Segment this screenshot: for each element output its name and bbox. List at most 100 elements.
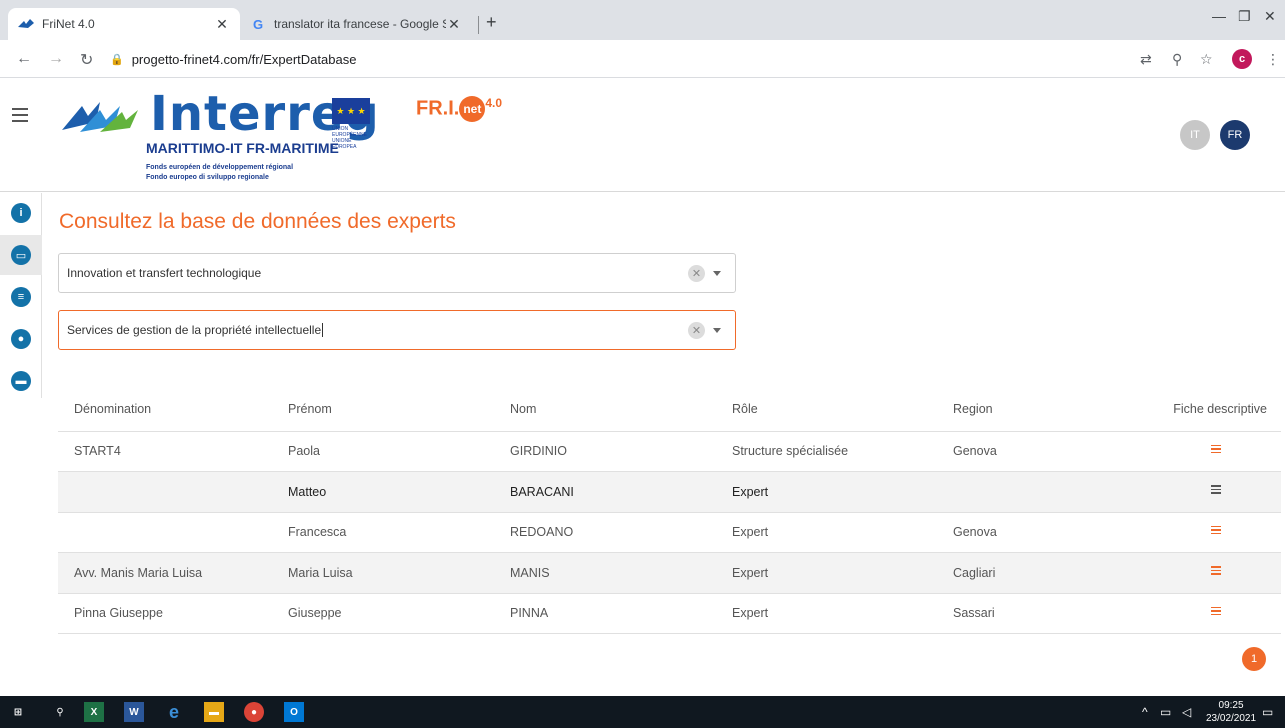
cell-fiche xyxy=(1117,593,1281,634)
sidebar-item-list[interactable]: ≡ xyxy=(0,277,42,317)
sidebar-item-info[interactable]: i xyxy=(0,193,42,233)
google-favicon-icon: G xyxy=(252,16,264,32)
lang-fr-button[interactable]: FR xyxy=(1220,120,1250,150)
tab-google-translate[interactable]: G translator ita francese - Google S ✕ xyxy=(240,8,472,40)
cell-denomination: Pinna Giuseppe xyxy=(58,593,272,634)
restore-icon[interactable]: ❐ xyxy=(1238,8,1251,25)
cell-prenom: Maria Luisa xyxy=(272,552,494,594)
cell-fiche xyxy=(1117,552,1281,594)
cell-region: Sassari xyxy=(937,593,1117,634)
taskbar-clock[interactable]: 09:25 23/02/2021 xyxy=(1206,699,1256,725)
network-icon[interactable]: ▭ xyxy=(1160,705,1171,719)
tab-title: FriNet 4.0 xyxy=(42,17,95,31)
sidebar-item-folder[interactable]: ▬ xyxy=(0,361,42,401)
search-icon[interactable]: ⚲ xyxy=(50,702,70,722)
bookmark-star-icon[interactable]: ☆ xyxy=(1200,51,1213,68)
notifications-icon[interactable]: ▭ xyxy=(1262,705,1273,719)
filter-select-service[interactable]: Services de gestion de la propriété inte… xyxy=(58,310,736,350)
edge-icon[interactable]: e xyxy=(164,702,184,722)
back-icon[interactable]: ← xyxy=(16,50,32,68)
cell-prenom: Matteo xyxy=(272,471,494,513)
tray-chevron-icon[interactable]: ^ xyxy=(1142,705,1148,719)
cell-role: Expert xyxy=(716,552,937,594)
pagination-page-1[interactable]: 1 xyxy=(1242,647,1266,671)
chat-icon: ▭ xyxy=(11,245,31,265)
frinet-circle: net xyxy=(459,96,486,123)
fiche-list-icon[interactable] xyxy=(1211,485,1221,496)
page-title: Consultez la base de données des experts xyxy=(59,210,456,233)
cell-denomination: Avv. Manis Maria Luisa xyxy=(58,552,272,594)
table-row[interactable]: Avv. Manis Maria Luisa Maria Luisa MANIS… xyxy=(58,552,1281,594)
chrome-icon[interactable]: ● xyxy=(244,702,264,722)
cell-nom: MANIS xyxy=(494,552,716,594)
user-icon: ● xyxy=(11,329,31,349)
col-header[interactable]: Dénomination xyxy=(58,387,272,432)
col-header[interactable]: Fiche descriptive xyxy=(1117,387,1281,432)
taskbar: ⊞ ⚲ X W e ▬ ● O ^ ▭ ◁ 09:25 23/02/2021 ▭ xyxy=(0,696,1285,728)
excel-icon[interactable]: X xyxy=(84,702,104,722)
clock-time: 09:25 xyxy=(1218,700,1244,711)
sidebar-item-chat[interactable]: ▭ xyxy=(0,235,42,275)
col-header[interactable]: Prénom xyxy=(272,387,494,432)
cell-nom: GIRDINIO xyxy=(494,431,716,472)
cell-region: Genova xyxy=(937,512,1117,553)
col-header[interactable]: Region xyxy=(937,387,1117,432)
col-header[interactable]: Rôle xyxy=(716,387,937,432)
tab-close-icon[interactable]: ✕ xyxy=(446,16,462,33)
minimize-icon[interactable]: — xyxy=(1212,8,1226,24)
clear-icon[interactable]: ✕ xyxy=(688,265,705,282)
table-row[interactable]: START4 Paola GIRDINIO Structure spéciali… xyxy=(58,431,1281,472)
frinet-logo: FR.I. net 4.0 xyxy=(416,96,502,123)
fiche-list-icon[interactable] xyxy=(1211,444,1221,456)
chevron-down-icon[interactable] xyxy=(713,271,721,276)
zoom-icon[interactable]: ⚲ xyxy=(1172,51,1182,68)
profile-avatar[interactable]: c xyxy=(1232,49,1252,69)
browser-tab-strip: FriNet 4.0 ✕ G translator ita francese -… xyxy=(0,0,1285,40)
chevron-down-icon[interactable] xyxy=(713,328,721,333)
reload-icon[interactable]: ↻ xyxy=(80,50,93,70)
new-tab-icon[interactable]: + xyxy=(486,12,497,33)
interreg-birds-icon xyxy=(62,102,138,132)
table-row[interactable]: Matteo BARACANI Expert xyxy=(58,471,1281,513)
cell-region xyxy=(937,471,1117,513)
interreg-logo[interactable]: Interreg ★ ★ ★ UNION EUROPÉENNE UNIONE E… xyxy=(60,86,540,186)
outlook-icon[interactable]: O xyxy=(284,702,304,722)
address-bar[interactable]: 🔒 progetto-frinet4.com/fr/ExpertDatabase xyxy=(110,46,1110,72)
site-header: Interreg ★ ★ ★ UNION EUROPÉENNE UNIONE E… xyxy=(0,78,1285,192)
tab-close-icon[interactable]: ✕ xyxy=(214,16,230,33)
forward-icon[interactable]: → xyxy=(48,50,64,68)
cell-prenom: Francesca xyxy=(272,512,494,553)
fiche-list-icon[interactable] xyxy=(1211,525,1221,537)
clear-icon[interactable]: ✕ xyxy=(688,322,705,339)
lang-it-button[interactable]: IT xyxy=(1180,120,1210,150)
eu-flag-icon: ★ ★ ★ xyxy=(332,98,370,124)
cell-denomination: START4 xyxy=(58,431,272,472)
browser-toolbar: ← → ↻ 🔒 progetto-frinet4.com/fr/ExpertDa… xyxy=(0,40,1285,78)
col-header[interactable]: Nom xyxy=(494,387,716,432)
screen: FriNet 4.0 ✕ G translator ita francese -… xyxy=(0,0,1285,728)
cell-region: Genova xyxy=(937,431,1117,472)
cell-role: Structure spécialisée xyxy=(716,431,937,472)
windows-start-icon[interactable]: ⊞ xyxy=(8,702,28,722)
table-header-row: Dénomination Prénom Nom Rôle Region Fich… xyxy=(58,387,1281,432)
table-row[interactable]: Francesca REDOANO Expert Genova xyxy=(58,512,1281,553)
word-icon[interactable]: W xyxy=(124,702,144,722)
cell-role: Expert xyxy=(716,512,937,553)
table-row[interactable]: Pinna Giuseppe Giuseppe PINNA Expert Sas… xyxy=(58,593,1281,634)
cell-denomination xyxy=(58,471,272,513)
menu-kebab-icon[interactable]: ⋮ xyxy=(1266,51,1280,68)
file-explorer-icon[interactable]: ▬ xyxy=(204,702,224,722)
fiche-list-icon[interactable] xyxy=(1211,566,1221,577)
sidebar-item-user[interactable]: ● xyxy=(0,319,42,359)
filter-theme-value: Innovation et transfert technologique xyxy=(67,266,262,280)
tab-frinet[interactable]: FriNet 4.0 ✕ xyxy=(8,8,240,40)
cell-region: Cagliari xyxy=(937,552,1117,594)
folder-icon: ▬ xyxy=(11,371,31,391)
translate-icon[interactable]: ⇄ xyxy=(1140,51,1152,68)
hamburger-menu-icon[interactable] xyxy=(12,108,28,126)
filter-select-theme[interactable]: Innovation et transfert technologique ✕ xyxy=(58,253,736,293)
frinet-prefix: FR.I. xyxy=(416,97,460,120)
volume-icon[interactable]: ◁ xyxy=(1182,705,1191,719)
fiche-list-icon[interactable] xyxy=(1211,606,1221,618)
window-close-icon[interactable]: ✕ xyxy=(1264,8,1276,25)
